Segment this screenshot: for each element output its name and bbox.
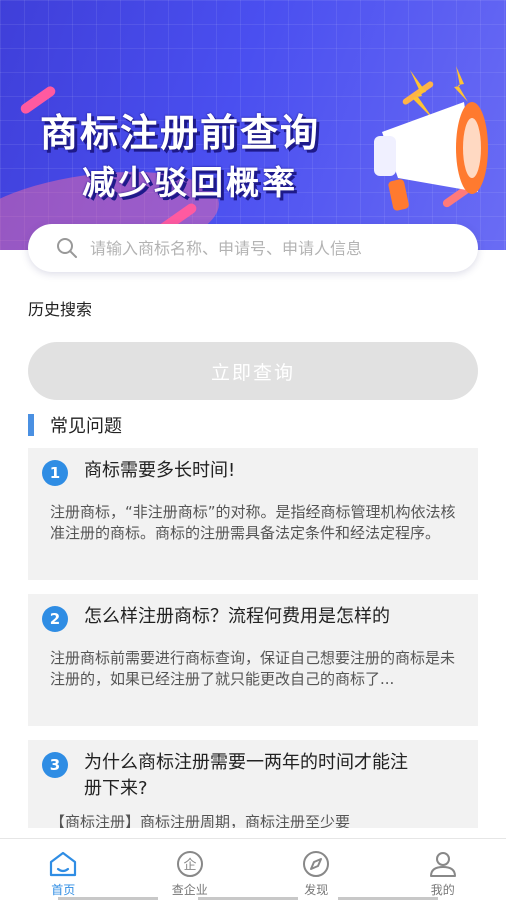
- tab-discover[interactable]: 发现: [253, 839, 380, 900]
- faq-item-2[interactable]: 2 怎么样注册商标？流程何费用是怎样的 注册商标前需要进行商标查询，保证自己想要…: [28, 594, 478, 726]
- home-icon: [50, 851, 77, 877]
- search-bar[interactable]: [28, 224, 478, 272]
- banner[interactable]: 商标注册前查询 减少驳回概率: [0, 0, 506, 250]
- history-search-label[interactable]: 历史搜索: [28, 296, 92, 320]
- number-badge: 2: [42, 606, 68, 632]
- faq-question-row: 2 怎么样注册商标？流程何费用是怎样的: [42, 604, 458, 632]
- number-badge: 3: [42, 752, 68, 778]
- faq-answer: 注册商标，“非注册商标”的对称。是指经商标管理机构依法核准注册的商标。商标的注册…: [50, 503, 456, 542]
- faq-answer: 【商标注册】商标注册周期，商标注册至少要: [50, 813, 351, 828]
- tab-home[interactable]: 首页: [0, 839, 127, 900]
- bottom-tab-bar: 首页 企 查企业 发现 我的: [0, 838, 506, 900]
- tab-label: 首页: [51, 883, 76, 897]
- query-now-button[interactable]: 立即查询: [28, 342, 478, 400]
- faq-header: 常见问题: [28, 412, 122, 438]
- tab-enterprise[interactable]: 企 查企业: [127, 839, 254, 900]
- faq-question-row: 3 为什么商标注册需要一两年的时间才能注册下来?: [42, 750, 458, 802]
- megaphone-icon: [374, 66, 488, 211]
- enterprise-icon: 企: [176, 851, 203, 877]
- faq-question: 怎么样注册商标？流程何费用是怎样的: [84, 606, 390, 627]
- tab-label: 我的: [430, 883, 455, 897]
- search-icon: [57, 238, 77, 258]
- banner-subtitle: 减少驳回概率: [82, 163, 298, 202]
- faq-question: 为什么商标注册需要一两年的时间才能注册下来?: [84, 752, 408, 799]
- faq-item-3[interactable]: 3 为什么商标注册需要一两年的时间才能注册下来? 【商标注册】商标注册周期，商标…: [28, 740, 478, 828]
- section-marker: [28, 414, 34, 436]
- tab-mine[interactable]: 我的: [380, 839, 506, 900]
- faq-question: 商标需要多长时间!: [84, 460, 236, 481]
- number-badge: 1: [42, 460, 68, 486]
- faq-question-row: 1 商标需要多长时间!: [42, 458, 458, 486]
- faq-answer: 注册商标前需要进行商标查询，保证自己想要注册的商标是未注册的，如果已经注册了就只…: [50, 649, 456, 688]
- faq-title: 常见问题: [50, 416, 122, 437]
- user-icon: [429, 852, 456, 877]
- svg-text:企: 企: [183, 857, 196, 873]
- banner-title: 商标注册前查询: [40, 111, 321, 155]
- search-input[interactable]: [90, 238, 450, 258]
- tab-label: 发现: [304, 883, 329, 897]
- tab-label: 查企业: [171, 883, 208, 897]
- faq-item-1[interactable]: 1 商标需要多长时间! 注册商标，“非注册商标”的对称。是指经商标管理机构依法核…: [28, 448, 478, 580]
- compass-icon: [303, 851, 330, 877]
